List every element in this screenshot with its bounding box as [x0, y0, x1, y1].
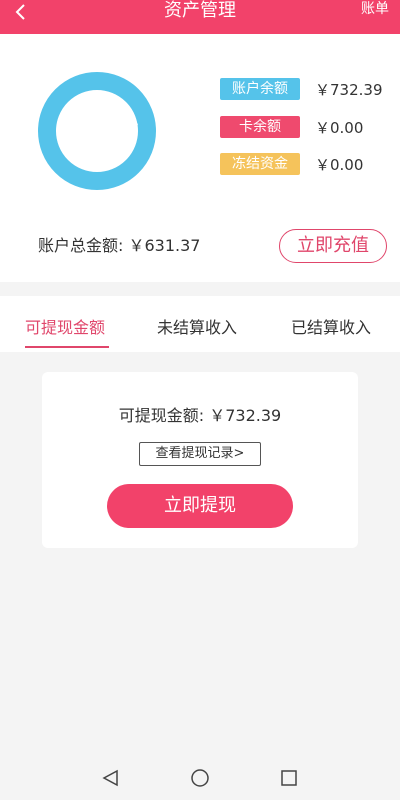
- page-title: 资产管理: [164, 0, 236, 21]
- asset-summary: 账户余额 ￥732.39 卡余额 ￥0.00 冻结资金 ￥0.00 账户总金额:…: [0, 34, 400, 282]
- tab-unsettled-income[interactable]: 未结算收入: [157, 314, 237, 338]
- tab-bar: 可提现金额 未结算收入 已结算收入: [0, 296, 400, 352]
- recharge-button[interactable]: 立即充值: [279, 229, 387, 263]
- legend-value: ￥732.39: [315, 80, 383, 99]
- legend-tag: 账户余额: [220, 78, 300, 100]
- legend-value: ￥0.00: [315, 118, 364, 137]
- system-nav-bar: [0, 756, 400, 800]
- legend-frozen-funds: 冻结资金 ￥0.00: [220, 153, 363, 175]
- tab-withdrawable[interactable]: 可提现金额: [25, 314, 105, 338]
- tab-settled-income[interactable]: 已结算收入: [291, 314, 371, 338]
- active-tab-indicator: [25, 346, 109, 348]
- legend-tag: 卡余额: [220, 116, 300, 138]
- nav-home-icon[interactable]: [188, 766, 212, 790]
- bill-link[interactable]: 账单: [361, 0, 389, 18]
- legend-account-balance: 账户余额 ￥732.39: [220, 78, 383, 100]
- withdraw-history-button[interactable]: 查看提现记录>: [139, 442, 261, 466]
- withdrawable-amount: 可提现金额: ￥732.39: [118, 406, 282, 425]
- withdraw-button[interactable]: 立即提现: [107, 484, 293, 528]
- nav-recents-icon[interactable]: [277, 766, 301, 790]
- legend-card-balance: 卡余额 ￥0.00: [220, 116, 363, 138]
- legend-value: ￥0.00: [315, 155, 364, 174]
- balance-donut-chart: [38, 72, 156, 190]
- app-header: 资产管理 账单: [0, 0, 400, 34]
- withdraw-card: 可提现金额: ￥732.39 查看提现记录> 立即提现: [42, 372, 358, 548]
- nav-back-icon[interactable]: [99, 766, 123, 790]
- legend-tag: 冻结资金: [220, 153, 300, 175]
- total-amount: 账户总金额: ￥631.37: [38, 236, 201, 255]
